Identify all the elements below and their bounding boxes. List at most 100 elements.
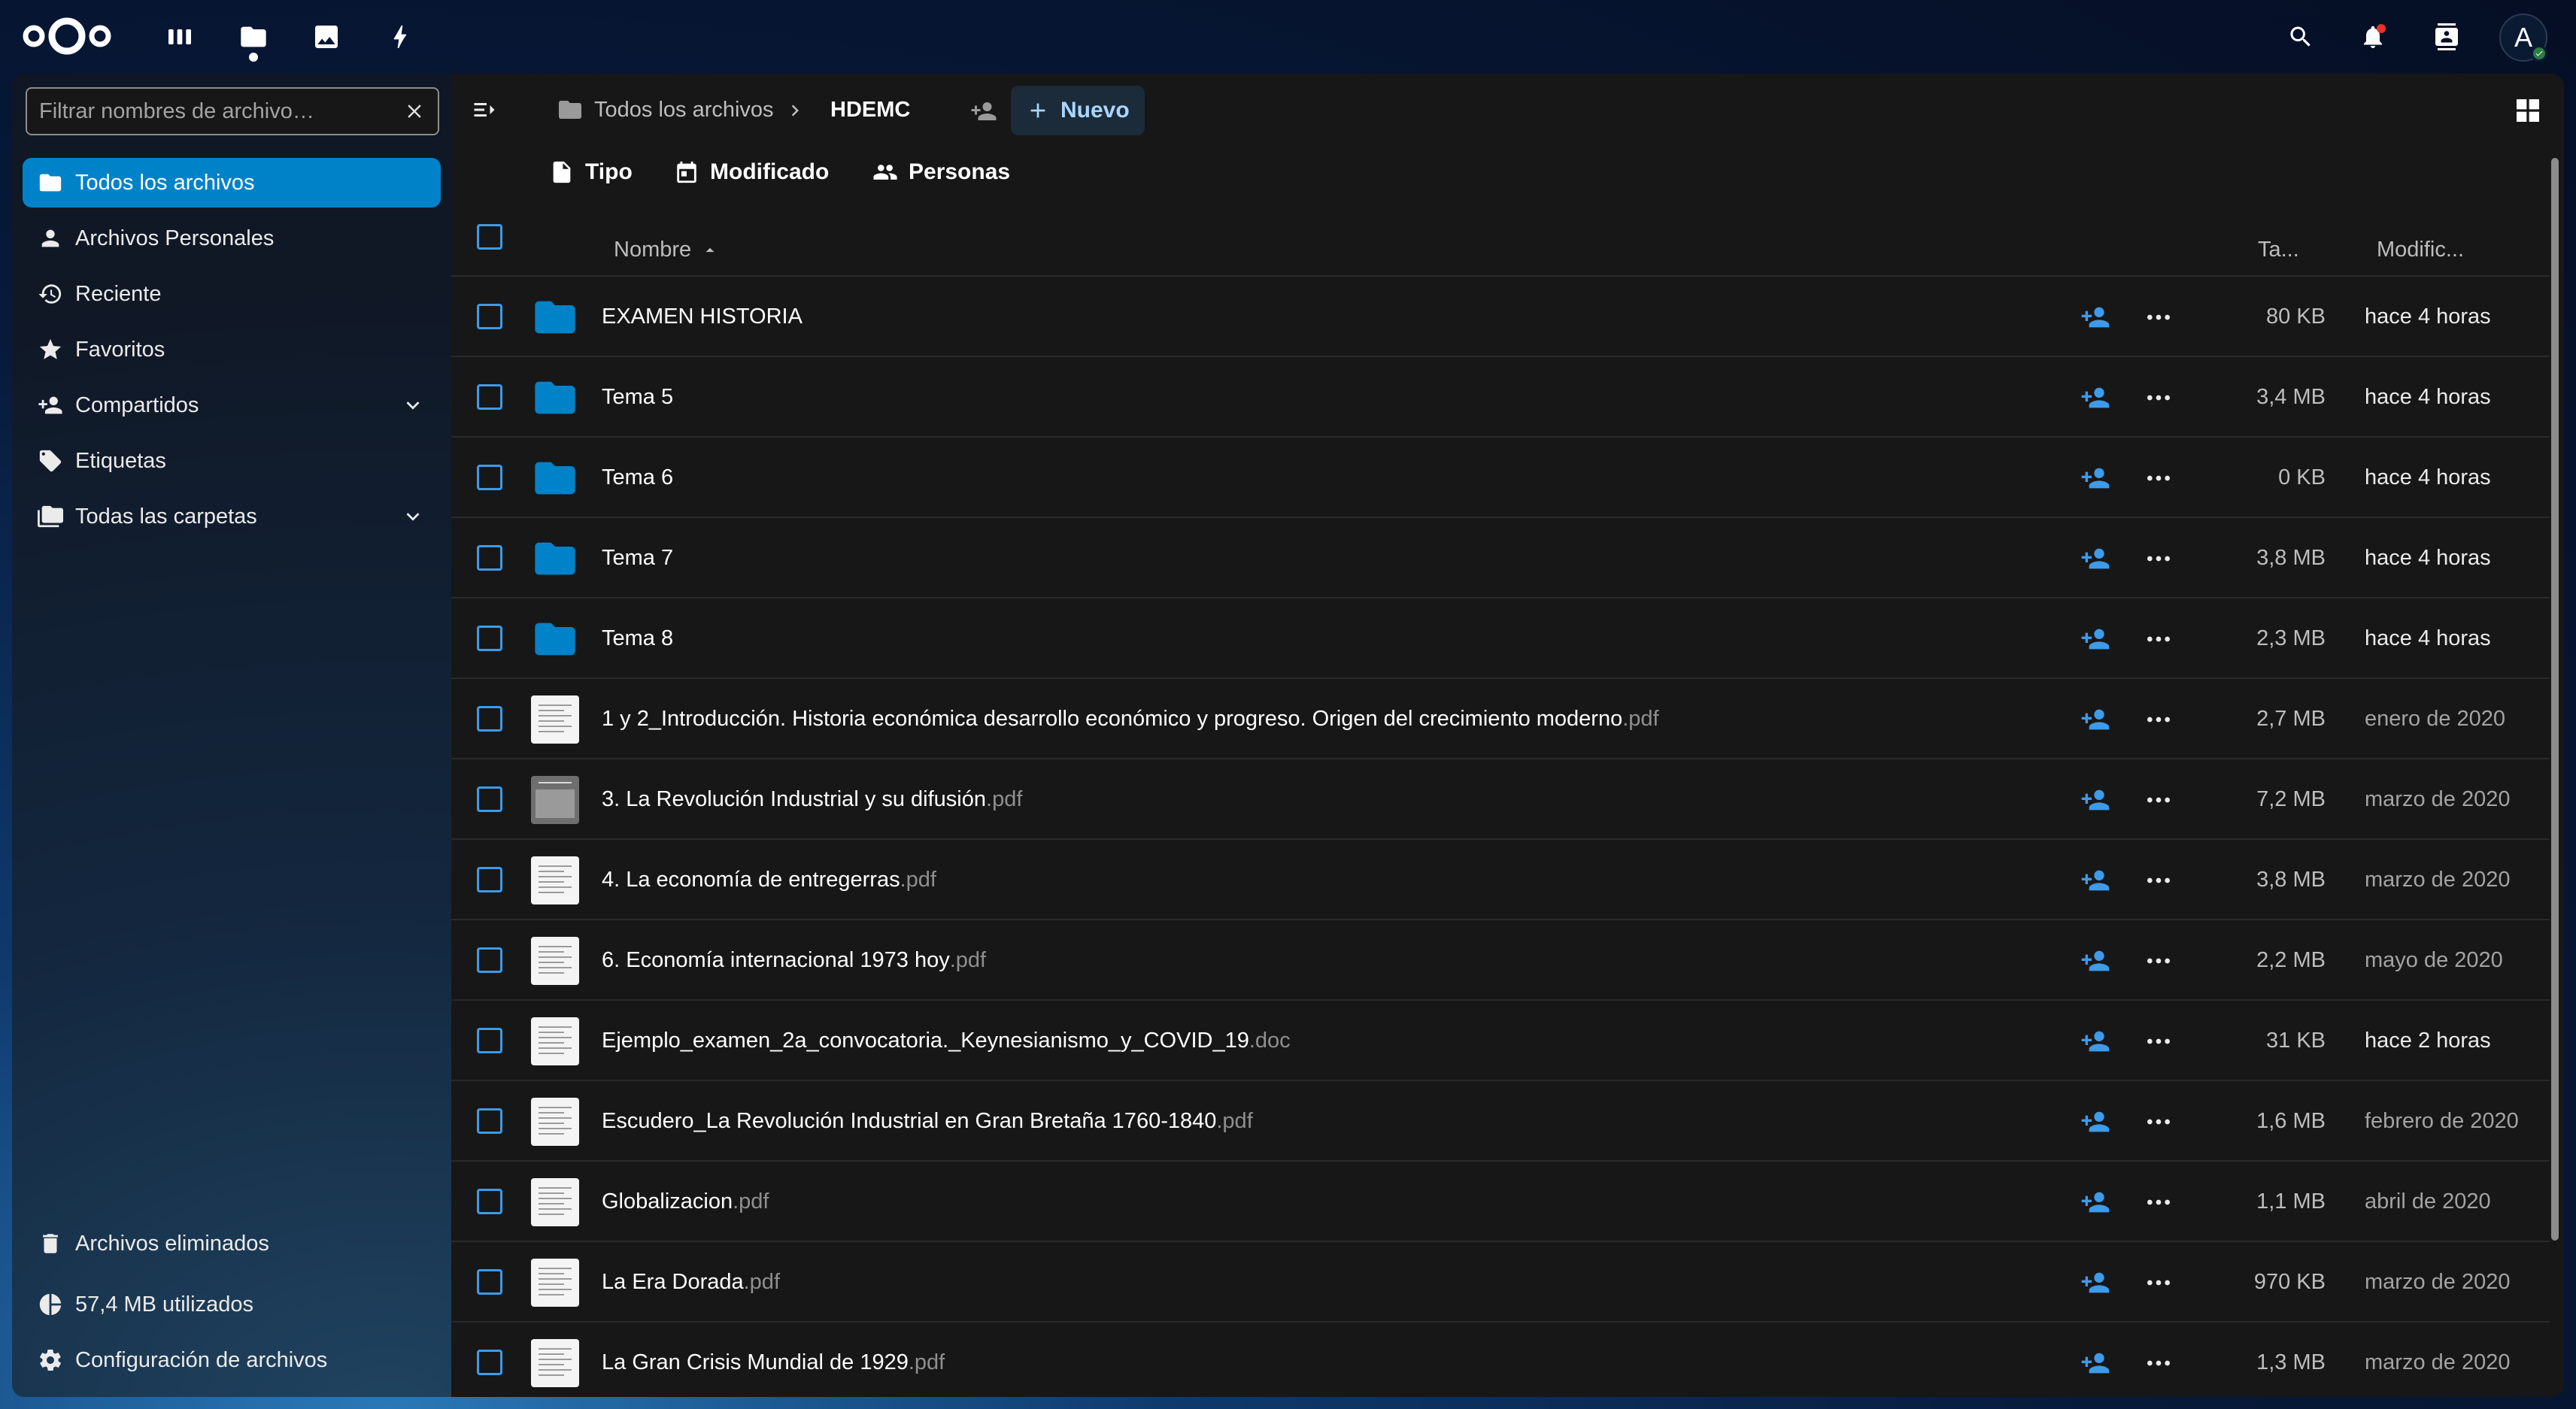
file-thumbnail[interactable] bbox=[531, 1259, 579, 1307]
new-button[interactable]: Nuevo bbox=[1011, 86, 1145, 135]
row-checkbox[interactable] bbox=[477, 1189, 502, 1218]
more-actions-icon[interactable] bbox=[2144, 946, 2174, 976]
share-folder-button[interactable] bbox=[967, 95, 1000, 128]
more-actions-icon[interactable] bbox=[2144, 302, 2174, 332]
file-thumbnail[interactable] bbox=[531, 1339, 579, 1387]
breadcrumb-current[interactable]: HDEMC bbox=[830, 89, 910, 131]
row-checkbox[interactable] bbox=[477, 786, 502, 816]
file-thumbnail[interactable] bbox=[531, 856, 579, 904]
sidebar-item-favorites[interactable]: Favoritos bbox=[23, 325, 441, 374]
row-checkbox[interactable] bbox=[477, 1108, 502, 1138]
user-avatar[interactable]: A bbox=[2499, 14, 2547, 62]
column-header-name[interactable]: Nombre bbox=[614, 238, 720, 262]
search-icon[interactable] bbox=[2280, 17, 2321, 57]
filter-filenames-input[interactable]: Filtrar nombres de archivo… bbox=[26, 87, 439, 135]
file-row[interactable]: Tema 6 0 KB hace 4 horas bbox=[451, 438, 2550, 518]
file-name[interactable]: 1 y 2_Introducción. Historia económica d… bbox=[602, 679, 1659, 759]
share-icon[interactable] bbox=[2080, 865, 2110, 895]
file-name[interactable]: La Gran Crisis Mundial de 1929 .pdf bbox=[602, 1323, 945, 1397]
clear-filter-icon[interactable] bbox=[403, 100, 426, 123]
share-icon[interactable] bbox=[2080, 1187, 2110, 1217]
grid-view-toggle[interactable] bbox=[2511, 93, 2545, 128]
photos-app-icon[interactable] bbox=[306, 17, 347, 57]
file-row[interactable]: La Gran Crisis Mundial de 1929 .pdf 1,3 MB… bbox=[451, 1323, 2550, 1397]
file-name[interactable]: Escudero_La Revolución Industrial en Gra… bbox=[602, 1081, 1253, 1162]
file-name[interactable]: 4. La economía de entregerras .pdf bbox=[602, 840, 936, 920]
share-icon[interactable] bbox=[2080, 624, 2110, 654]
file-name[interactable]: Tema 8 bbox=[602, 598, 673, 679]
more-actions-icon[interactable] bbox=[2144, 865, 2174, 895]
file-thumbnail[interactable] bbox=[531, 695, 579, 744]
file-row[interactable]: Ejemplo_examen_2a_convocatoria._Keynesia… bbox=[451, 1001, 2550, 1081]
file-name[interactable]: Ejemplo_examen_2a_convocatoria._Keynesia… bbox=[602, 1001, 1291, 1081]
file-name[interactable]: Globalizacion .pdf bbox=[602, 1162, 769, 1242]
sidebar-item-files-settings[interactable]: Configuración de archivos bbox=[23, 1335, 441, 1385]
scrollbar-thumb[interactable] bbox=[2551, 158, 2559, 1241]
row-checkbox[interactable] bbox=[477, 706, 502, 735]
file-row[interactable]: 1 y 2_Introducción. Historia económica d… bbox=[451, 679, 2550, 759]
file-name[interactable]: 3. La Revolución Industrial y su difusió… bbox=[602, 759, 1022, 840]
file-row[interactable]: Tema 5 3,4 MB hace 4 horas bbox=[451, 357, 2550, 438]
filter-people[interactable]: Personas bbox=[872, 153, 1010, 191]
more-actions-icon[interactable] bbox=[2144, 704, 2174, 735]
row-checkbox[interactable] bbox=[477, 384, 502, 414]
row-checkbox[interactable] bbox=[477, 465, 502, 494]
file-thumbnail[interactable] bbox=[531, 1178, 579, 1226]
more-actions-icon[interactable] bbox=[2144, 1348, 2174, 1378]
share-icon[interactable] bbox=[2080, 302, 2110, 332]
file-name[interactable]: La Era Dorada .pdf bbox=[602, 1242, 780, 1323]
activity-app-icon[interactable] bbox=[380, 17, 420, 57]
more-actions-icon[interactable] bbox=[2144, 383, 2174, 413]
sidebar-item-all-files[interactable]: Todos los archivos bbox=[23, 158, 441, 208]
row-checkbox[interactable] bbox=[477, 1269, 502, 1298]
row-checkbox[interactable] bbox=[477, 1028, 502, 1057]
share-icon[interactable] bbox=[2080, 785, 2110, 815]
sidebar-item-deleted-files[interactable]: Archivos eliminados bbox=[23, 1219, 441, 1268]
toggle-sidebar-button[interactable] bbox=[468, 93, 501, 126]
file-row[interactable]: Tema 8 2,3 MB hace 4 horas bbox=[451, 598, 2550, 679]
file-row[interactable]: 4. La economía de entregerras .pdf 3,8 MB m… bbox=[451, 840, 2550, 920]
more-actions-icon[interactable] bbox=[2144, 624, 2174, 654]
chevron-down-icon[interactable] bbox=[400, 392, 426, 418]
share-icon[interactable] bbox=[2080, 704, 2110, 735]
dashboard-app-icon[interactable] bbox=[159, 17, 200, 57]
file-row[interactable]: Escudero_La Revolución Industrial en Gra… bbox=[451, 1081, 2550, 1162]
more-actions-icon[interactable] bbox=[2144, 1268, 2174, 1298]
file-thumbnail[interactable] bbox=[531, 1098, 579, 1146]
file-name[interactable]: Tema 5 bbox=[602, 357, 673, 438]
sidebar-item-recent[interactable]: Reciente bbox=[23, 269, 441, 319]
file-row[interactable]: 6. Economía internacional 1973 hoy .pdf 2,… bbox=[451, 920, 2550, 1001]
more-actions-icon[interactable] bbox=[2144, 785, 2174, 815]
share-icon[interactable] bbox=[2080, 463, 2110, 493]
share-icon[interactable] bbox=[2080, 1348, 2110, 1378]
row-checkbox[interactable] bbox=[477, 626, 502, 655]
sidebar-item-shared[interactable]: Compartidos bbox=[23, 380, 441, 430]
filter-modified[interactable]: Modificado bbox=[674, 153, 829, 191]
file-row[interactable]: Tema 7 3,8 MB hace 4 horas bbox=[451, 518, 2550, 598]
file-name[interactable]: 6. Economía internacional 1973 hoy .pdf bbox=[602, 920, 986, 1001]
folder-icon[interactable] bbox=[531, 454, 579, 502]
files-app-icon[interactable] bbox=[233, 17, 274, 62]
file-thumbnail[interactable] bbox=[531, 1017, 579, 1065]
row-checkbox[interactable] bbox=[477, 304, 502, 333]
share-icon[interactable] bbox=[2080, 1268, 2110, 1298]
file-row[interactable]: La Era Dorada .pdf 970 KB marzo de 2020 bbox=[451, 1242, 2550, 1323]
share-icon[interactable] bbox=[2080, 544, 2110, 574]
file-name[interactable]: EXAMEN HISTORIA bbox=[602, 277, 803, 357]
file-row[interactable]: EXAMEN HISTORIA 80 KB hace 4 horas bbox=[451, 277, 2550, 357]
more-actions-icon[interactable] bbox=[2144, 544, 2174, 574]
file-thumbnail[interactable] bbox=[531, 776, 579, 824]
chevron-down-icon[interactable] bbox=[400, 504, 426, 529]
more-actions-icon[interactable] bbox=[2144, 463, 2174, 493]
row-checkbox[interactable] bbox=[477, 867, 502, 896]
share-icon[interactable] bbox=[2080, 383, 2110, 413]
file-row[interactable]: 3. La Revolución Industrial y su difusió… bbox=[451, 759, 2550, 840]
sidebar-item-tags[interactable]: Etiquetas bbox=[23, 436, 441, 486]
more-actions-icon[interactable] bbox=[2144, 1026, 2174, 1056]
file-name[interactable]: Tema 6 bbox=[602, 438, 673, 518]
share-icon[interactable] bbox=[2080, 1107, 2110, 1137]
folder-icon[interactable] bbox=[531, 615, 579, 663]
folder-icon[interactable] bbox=[531, 374, 579, 422]
sidebar-item-personal-files[interactable]: Archivos Personales bbox=[23, 214, 441, 263]
contacts-icon[interactable] bbox=[2426, 17, 2467, 57]
